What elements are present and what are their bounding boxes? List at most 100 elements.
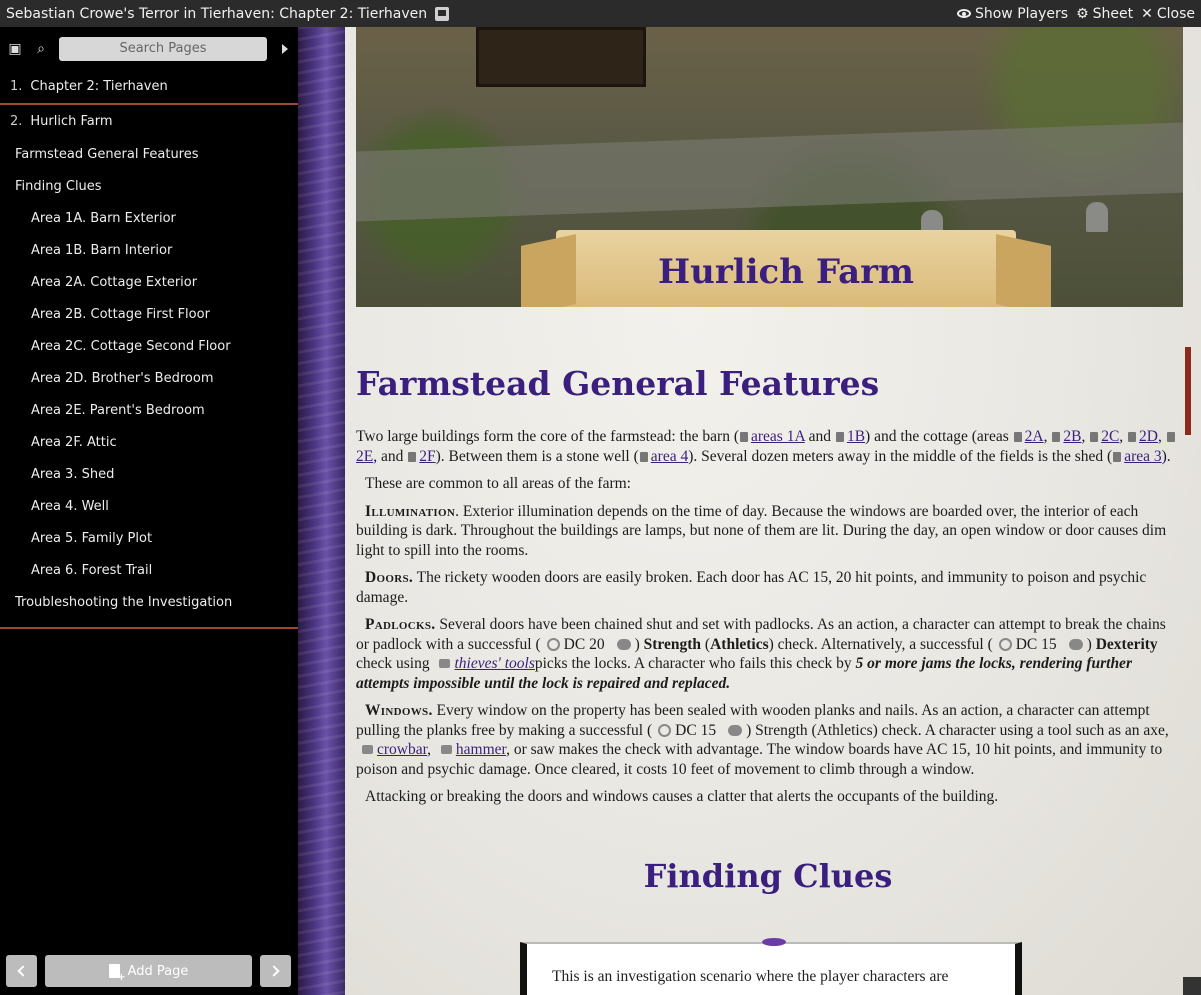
text-run: , [1081,428,1090,445]
illumination-label: Illumination [365,502,456,520]
link-thieves-tools[interactable]: thieves' tools [454,655,534,672]
page-link-icon [408,451,417,462]
ornament-icon [762,938,786,946]
add-page-label: Add Page [127,963,189,979]
text-run: ). Several dozen meters away in the midd… [688,447,1113,465]
dc-check[interactable]: DC 20 [564,636,605,653]
doors-paragraph: Doors. The rickety wooden doors are easi… [356,568,1182,607]
toc-chapter-2[interactable]: 2. Hurlich Farm [0,105,298,138]
toc-separator [0,627,298,629]
map-road [356,122,1183,222]
toc-chapter-label: Chapter 2: Tierhaven [30,79,168,94]
page-link-icon [1166,432,1175,442]
toc-chapter-1[interactable]: 1. Chapter 2: Tierhaven [0,70,298,103]
link-2e[interactable]: 2E [356,448,373,465]
toc-item-area-5[interactable]: Area 5. Family Plot [0,522,298,554]
toc-item-area-3[interactable]: Area 3. Shed [0,458,298,490]
toc-item-area-2d[interactable]: Area 2D. Brother's Bedroom [0,362,298,394]
sidebox-text: This is an investigation scenario where … [552,968,949,985]
link-area-3[interactable]: area 3 [1124,448,1161,465]
toc-item-farmstead[interactable]: Farmstead General Features [0,138,298,170]
toc-item-finding-clues[interactable]: Finding Clues [0,170,298,202]
item-icon [362,745,373,754]
text-run: ) [634,635,644,653]
toc-item-area-2f[interactable]: Area 2F. Attic [0,426,298,458]
page-link-icon [1013,432,1022,442]
link-area-4[interactable]: area 4 [651,448,688,465]
dc-check[interactable]: DC 15 [1016,636,1057,653]
article-body: Two large buildings form the core of the… [356,427,1182,815]
item-icon [440,745,452,754]
journal-content[interactable]: Hurlich Farm Farmstead General Features … [345,27,1201,995]
link-2b[interactable]: 2B [1063,428,1081,445]
next-page-button[interactable] [260,955,291,987]
sidebar-footer: Add Page [0,947,298,995]
text-run: , [427,741,435,758]
link-hammer[interactable]: hammer [456,741,506,758]
chat-roll-icon[interactable] [1068,638,1083,650]
text-run: and [804,428,835,445]
add-file-icon [108,964,126,983]
toc-item-troubleshooting[interactable]: Troubleshooting the Investigation [0,586,298,618]
resize-handle-icon[interactable] [1183,977,1201,995]
toc-item-area-2a[interactable]: Area 2A. Cottage Exterior [0,266,298,298]
toggle-pages-icon[interactable]: ▣ [7,41,23,57]
title-bar: Sebastian Crowe's Terror in Tierhaven: C… [0,0,1201,27]
window-title: Sebastian Crowe's Terror in Tierhaven: C… [6,5,428,22]
search-input[interactable] [59,36,267,61]
map-building [476,27,646,87]
add-page-button[interactable]: Add Page [45,955,252,987]
dexterity-label: Dexterity [1095,635,1158,653]
chevron-left-icon [17,965,29,977]
link-2a[interactable]: 2A [1025,428,1044,445]
text-run: ) check. Alternatively, a successful ( [768,635,993,653]
doors-label: Doors. [365,569,414,586]
toc-chapter-number: 2. [10,114,23,129]
chevron-right-icon [268,965,280,977]
text-run: , [1043,428,1052,445]
page-link-icon [1128,432,1137,442]
toc-item-area-6[interactable]: Area 6. Forest Trail [0,554,298,586]
previous-page-button[interactable] [6,955,37,987]
link-crowbar[interactable]: crowbar [377,741,427,758]
link-2c[interactable]: 2C [1101,428,1119,445]
journal-icon[interactable] [435,6,450,21]
toc-item-area-2b[interactable]: Area 2B. Cottage First Floor [0,298,298,330]
page-border-decoration [298,27,345,995]
toc-item-area-4[interactable]: Area 4. Well [0,490,298,522]
padlocks-label: Padlocks. [365,616,436,633]
table-of-contents: 1. Chapter 2: Tierhaven 2. Hurlich Farm … [0,70,298,629]
link-2f[interactable]: 2F [419,448,435,465]
page-link-icon [639,451,648,462]
intro-paragraph: Two large buildings form the core of the… [356,427,1182,466]
sheet-button[interactable]: ⚙ Sheet [1076,6,1133,22]
text-run: ). [1161,447,1171,465]
athletics-label: Athletics [710,635,769,653]
link-2d[interactable]: 2D [1139,428,1158,445]
title-actions: Show Players ⚙ Sheet ✕ Close [956,0,1195,27]
common-paragraph: These are common to all areas of the far… [365,475,631,492]
toc-item-area-1a[interactable]: Area 1A. Barn Exterior [0,202,298,234]
toc-item-area-1b[interactable]: Area 1B. Barn Interior [0,234,298,266]
chat-roll-icon[interactable] [728,724,743,736]
show-players-button[interactable]: Show Players [956,6,1068,22]
dice-icon [546,637,560,651]
scrollbar-thumb[interactable] [1185,347,1191,435]
dc-check[interactable]: DC 15 [675,722,716,739]
sheet-label: Sheet [1092,5,1134,22]
doors-text: The rickety wooden doors are easily brok… [356,569,1147,606]
padlocks-paragraph: Padlocks. Several doors have been chaine… [356,615,1182,693]
link-1b[interactable]: 1B [847,428,865,445]
page-link-icon [1052,432,1061,442]
close-button[interactable]: ✕ Close [1141,6,1195,22]
sidebar: ▣ ⌕ 1. Chapter 2: Tierhaven 2. Hurlich F… [0,27,298,995]
text-run: , and [373,447,408,465]
search-icon[interactable]: ⌕ [33,41,49,57]
text-run: ) and the cottage (areas [865,428,1013,445]
chat-roll-icon[interactable] [616,638,631,650]
banner-title: Hurlich Farm [657,252,915,292]
toc-item-area-2c[interactable]: Area 2C. Cottage Second Floor [0,330,298,362]
expand-arrow-icon[interactable] [282,43,288,54]
toc-item-area-2e[interactable]: Area 2E. Parent's Bedroom [0,394,298,426]
link-areas-1a[interactable]: areas 1A [751,428,805,445]
